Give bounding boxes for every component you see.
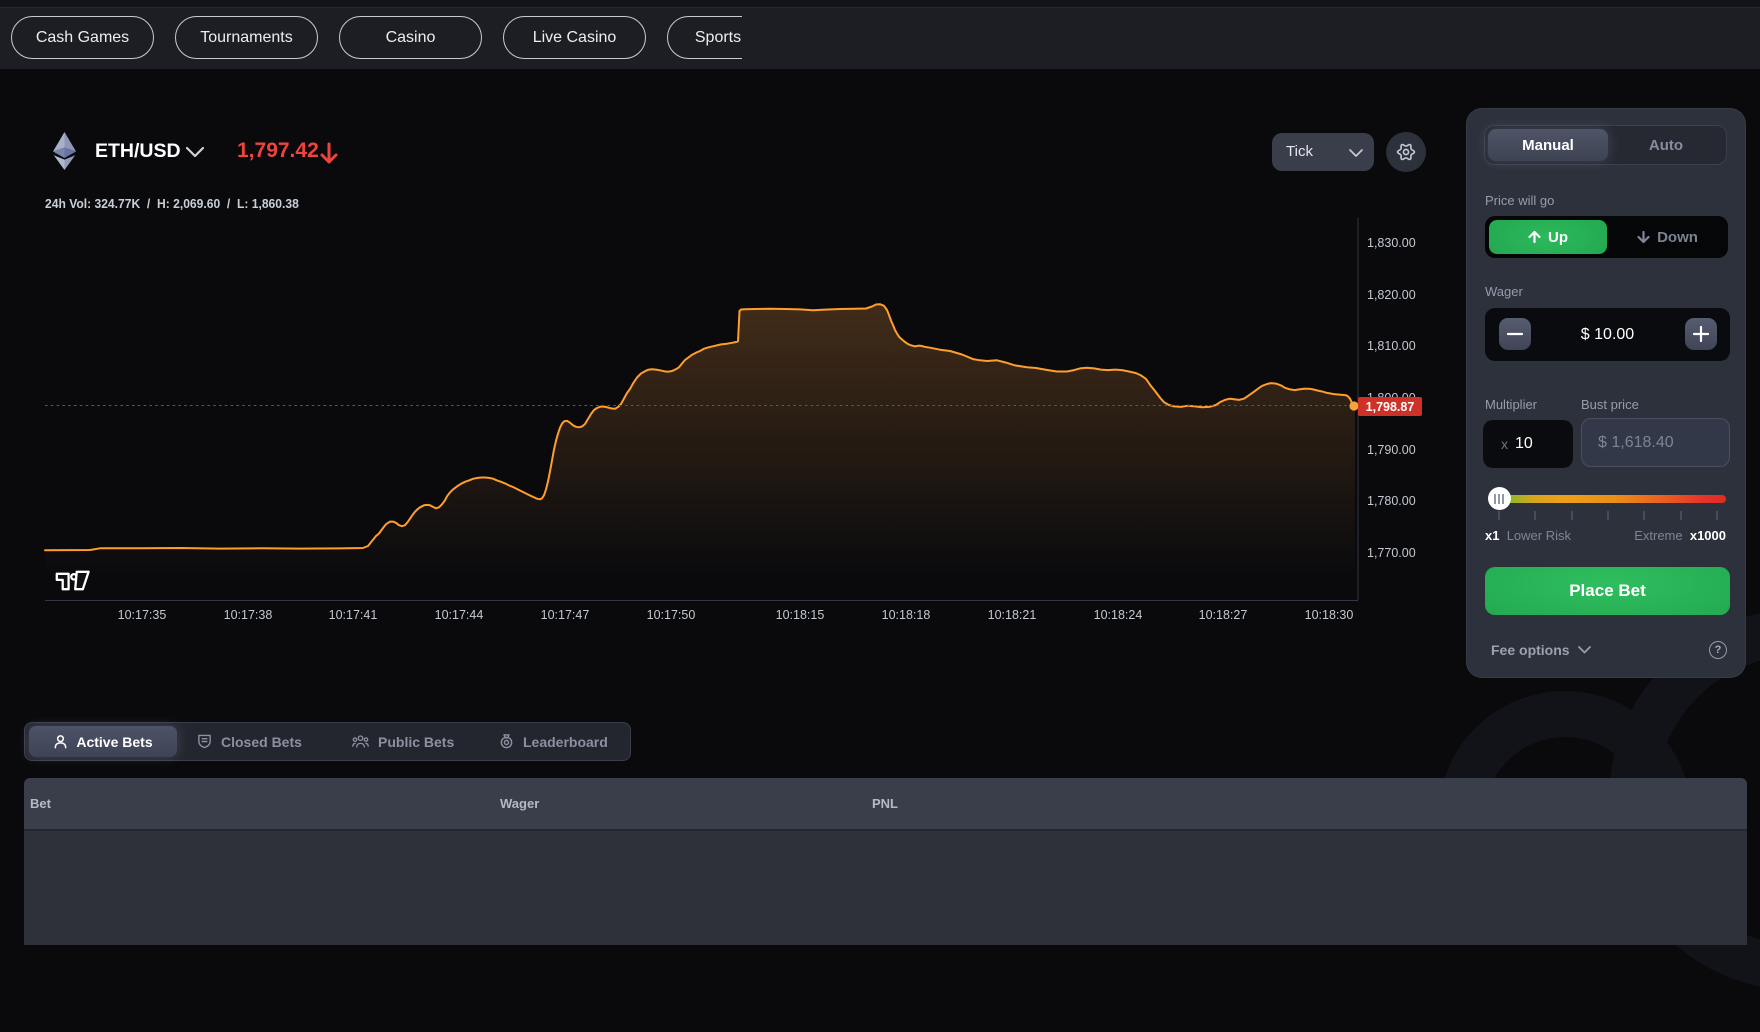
svg-text:10:17:35: 10:17:35: [118, 608, 167, 622]
svg-text:1,770.00: 1,770.00: [1367, 546, 1416, 560]
svg-text:1,780.00: 1,780.00: [1367, 494, 1416, 508]
svg-text:10:18:18: 10:18:18: [882, 608, 931, 622]
svg-text:10:18:30: 10:18:30: [1305, 608, 1354, 622]
svg-text:10:17:47: 10:17:47: [541, 608, 590, 622]
svg-text:10:17:44: 10:17:44: [435, 608, 484, 622]
svg-text:1,810.00: 1,810.00: [1367, 339, 1416, 353]
svg-text:10:18:15: 10:18:15: [776, 608, 825, 622]
svg-text:10:18:27: 10:18:27: [1199, 608, 1248, 622]
svg-text:10:17:41: 10:17:41: [329, 608, 378, 622]
svg-text:10:18:24: 10:18:24: [1094, 608, 1143, 622]
svg-text:10:17:50: 10:17:50: [647, 608, 696, 622]
svg-text:10:18:21: 10:18:21: [988, 608, 1037, 622]
svg-text:1,790.00: 1,790.00: [1367, 443, 1416, 457]
svg-text:10:17:38: 10:17:38: [224, 608, 273, 622]
svg-text:1,820.00: 1,820.00: [1367, 288, 1416, 302]
svg-text:1,830.00: 1,830.00: [1367, 236, 1416, 250]
